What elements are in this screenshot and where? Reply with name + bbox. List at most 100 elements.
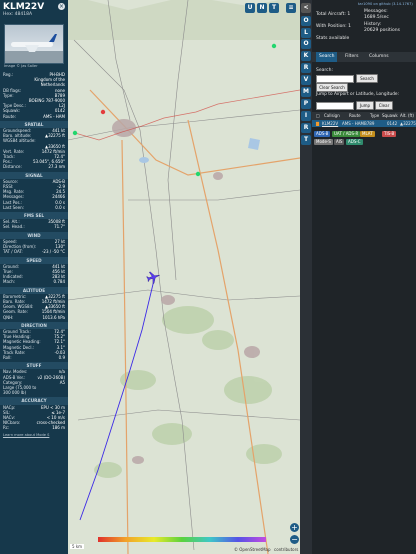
info-row-0-label: Reg.: xyxy=(3,72,14,77)
map-view[interactable]: 5 km © OpenStreetMap contributors U N T … xyxy=(68,0,300,554)
with-position-value: 1 xyxy=(348,24,351,29)
tab-columns[interactable]: Columns xyxy=(366,52,392,62)
rail-button-11[interactable]: T xyxy=(301,135,311,145)
jump-button[interactable]: Jump xyxy=(356,101,374,110)
section-7-row-4-label: 300 000 lb) xyxy=(3,390,27,396)
total-aircraft-label: Total Aircraft: xyxy=(316,12,346,17)
section-7-row-4: 300 000 lb) xyxy=(0,390,68,395)
section-signal: SIGNAL xyxy=(0,171,68,179)
rail-button-0[interactable]: < xyxy=(301,3,311,13)
zoom-out-button[interactable]: − xyxy=(290,535,299,544)
info-row-8: Route: AMS - HAM xyxy=(0,114,68,119)
section-3-row-2-value: -23 / -50 °C xyxy=(41,249,65,255)
column-type[interactable]: Type xyxy=(370,112,379,120)
search-button[interactable]: Search xyxy=(356,74,378,83)
section-altitude: ALTITUDE xyxy=(0,286,68,294)
clear-jump-button[interactable]: Clear xyxy=(375,101,393,110)
toolbar-u-button[interactable]: U xyxy=(245,3,255,13)
sidebar-panel: tar1090 on github (3.14.1767) Total Airc… xyxy=(312,0,416,554)
rail-button-9[interactable]: I xyxy=(301,111,311,121)
history-stat: History: 20629 positions xyxy=(364,22,414,34)
mode-s-link[interactable]: Learn more about Mode S xyxy=(0,431,68,440)
row-type: B789 xyxy=(364,121,375,126)
row-route: AMS - HAM xyxy=(342,121,364,126)
rail-button-4[interactable]: K xyxy=(301,51,311,61)
section-4-row-3-label: Mach: xyxy=(3,279,15,285)
tab-search[interactable]: Search xyxy=(316,52,338,62)
column-squawk[interactable]: Squawk xyxy=(382,112,398,120)
zoom-in-button[interactable]: + xyxy=(290,523,299,532)
flag-icon: ▇ xyxy=(316,121,320,126)
rail-button-2[interactable]: L xyxy=(301,28,311,38)
section-1-row-5: Last Seen: 0.0 s xyxy=(0,205,68,210)
airplane-photo-icon xyxy=(5,34,63,63)
row-squawk: 0142 xyxy=(387,121,398,126)
rail-button-3[interactable]: O xyxy=(301,39,311,49)
section-fms-sel: FMS SEL xyxy=(0,212,68,220)
button-rail: < O L O K R V M P I R T xyxy=(300,0,312,554)
section-3-row-2: TAT / OAT: -23 / -50 °C xyxy=(0,249,68,254)
toolbar-n-button[interactable]: N xyxy=(257,3,267,13)
info-row-8-value: AMS - HAM xyxy=(43,113,65,119)
aircraft-info-panel: KLM22V Hex: 48418A × Image © Jas Saller … xyxy=(0,0,68,554)
callsign: KLM22V xyxy=(3,2,45,12)
legend-chip-mode-s[interactable]: Mode-S xyxy=(314,139,333,145)
info-row-4-label: Type: xyxy=(3,92,14,98)
jump-input[interactable] xyxy=(316,102,354,110)
rail-button-7[interactable]: M xyxy=(301,87,311,97)
legend-chip-uat-ads-r[interactable]: UAT / ADS-R xyxy=(332,131,361,137)
map-canvas[interactable] xyxy=(68,0,300,554)
jump-label: Jump to Airport or Latitude, Longitude: xyxy=(316,92,400,97)
layers-button[interactable]: ≡ xyxy=(286,3,296,13)
rail-button-1[interactable]: O xyxy=(301,16,311,26)
column-route[interactable]: Route xyxy=(349,112,361,120)
section-0-row-7: Distance: 27.3 nm xyxy=(0,164,68,169)
section-wind: WIND xyxy=(0,231,68,239)
attribution-left[interactable]: © OpenStreetMap xyxy=(234,547,271,552)
section-0-row-2-label: WGS84 altitude: xyxy=(3,138,36,144)
legend-chip-mlat[interactable]: MLAT xyxy=(360,131,375,137)
toolbar-t-button[interactable]: T xyxy=(269,3,279,13)
version-link[interactable]: tar1090 on github (3.14.1767) xyxy=(358,2,413,6)
rail-button-5[interactable]: R xyxy=(301,63,311,73)
section-accuracy: ACCURACY xyxy=(0,397,68,405)
section-2-row-1-label: Sel. Head.: xyxy=(3,224,25,230)
waypoint-marker xyxy=(72,130,78,136)
stats-link[interactable]: Stats available xyxy=(316,36,349,42)
section-speed: SPEED xyxy=(0,256,68,264)
close-icon[interactable]: × xyxy=(58,3,65,10)
table-row[interactable]: ▇ KLM22V AMS - HAM B789 0142 ▲32275 xyxy=(312,120,416,127)
row-callsign[interactable]: KLM22V xyxy=(322,120,338,127)
rail-button-10[interactable]: R xyxy=(301,123,311,133)
section-2-row-1-value: 71.7° xyxy=(54,224,65,230)
tab-filters[interactable]: Filters xyxy=(342,52,362,62)
section-6-row-5-label: Roll: xyxy=(3,354,12,360)
waypoint-marker-2 xyxy=(195,171,201,177)
aircraft-photo[interactable] xyxy=(4,24,64,64)
rail-button-6[interactable]: V xyxy=(301,75,311,85)
legend-chip-ads-c[interactable]: ADS-C xyxy=(346,139,363,145)
section-2-row-1: Sel. Head.: 71.7° xyxy=(0,224,68,229)
with-position-label: With Position: xyxy=(316,24,347,29)
photo-credit: Image © Jas Saller xyxy=(4,64,38,68)
search-input[interactable] xyxy=(316,75,354,83)
column-callsign[interactable]: Callsign xyxy=(324,112,340,120)
clear-search-button[interactable]: Clear Search xyxy=(316,83,348,92)
legend-chip-tis-b[interactable]: TIS-B xyxy=(382,131,397,137)
legend-chip-ads-b[interactable]: ADS-B xyxy=(314,131,331,137)
section-0-row-1-value: ▲32275 ft xyxy=(45,133,65,139)
hex-code: Hex: 48418A xyxy=(3,12,33,17)
section-spatial: SPATIAL xyxy=(0,120,68,129)
rail-button-8[interactable]: P xyxy=(301,99,311,109)
section-5-row-4-label: QNH: xyxy=(3,314,14,320)
column-select-checkbox[interactable]: □ xyxy=(316,112,320,120)
section-0-row-7-value: 27.3 nm xyxy=(48,164,65,170)
legend-chip-ais[interactable]: AIS xyxy=(334,139,345,145)
messages-value: 1689.5/sec xyxy=(364,15,389,20)
attribution-right: contributors xyxy=(274,547,299,552)
section-5-row-4-value: 1013.6 hPa xyxy=(42,314,66,320)
section-6-row-5-value: 0.9 xyxy=(58,354,65,360)
column-altitude[interactable]: Alt. (ft) xyxy=(400,112,414,120)
altitude-color-legend xyxy=(98,537,266,542)
section-1-row-5-value: 0.0 s xyxy=(55,204,65,210)
